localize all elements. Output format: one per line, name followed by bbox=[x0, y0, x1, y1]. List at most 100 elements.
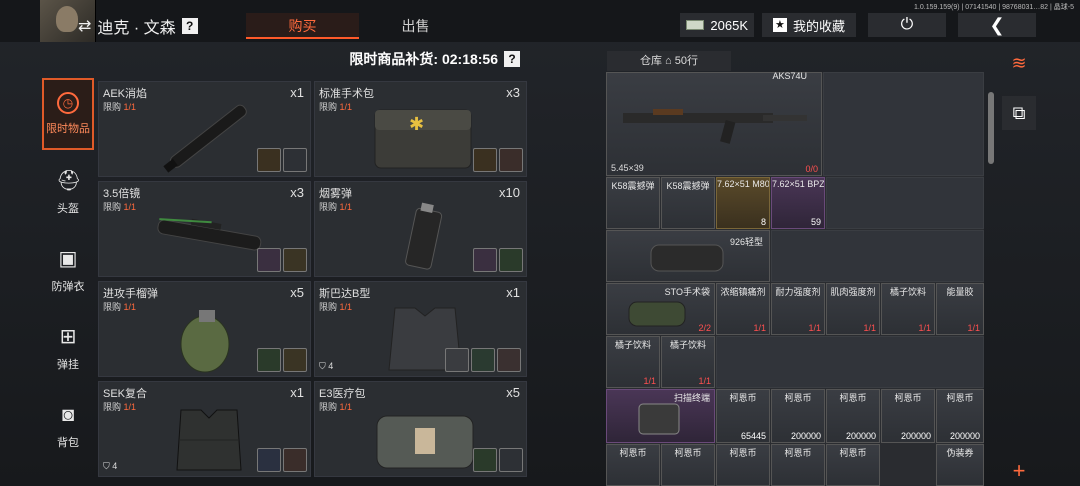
warehouse-item[interactable]: 橘子饮料 1/1 bbox=[661, 336, 715, 388]
warehouse-header[interactable]: 仓库 ⌂ 50行 bbox=[607, 51, 731, 71]
add-button[interactable]: + bbox=[1002, 454, 1036, 486]
chest-rig-image bbox=[176, 409, 242, 471]
item-name: 橘子饮料 bbox=[669, 340, 706, 350]
limit-value: 1/1 bbox=[123, 402, 137, 412]
warehouse-item[interactable]: 柯恩币 bbox=[661, 444, 715, 486]
warehouse-scrollbar[interactable] bbox=[988, 92, 994, 164]
tab-sell[interactable]: 出售 bbox=[359, 13, 472, 39]
item-count: 8 bbox=[760, 217, 766, 227]
warehouse-item[interactable]: 能量胶 1/1 bbox=[936, 283, 984, 335]
barter-req-icon bbox=[257, 148, 281, 172]
limit-prefix: 限购 bbox=[103, 302, 122, 312]
item-name: SEK复合 bbox=[103, 388, 148, 400]
item-count: 200000 bbox=[949, 431, 980, 441]
frag-grenade-image bbox=[180, 310, 230, 373]
shop-item-card[interactable]: 标准手术包 限购 1/1 x3 ✱ bbox=[314, 81, 527, 177]
category-vest[interactable]: ▣ 防弹衣 bbox=[42, 238, 94, 310]
limit-value: 1/1 bbox=[339, 402, 353, 412]
warehouse-item[interactable]: 柯恩币 bbox=[716, 444, 770, 486]
empty-slot[interactable] bbox=[826, 177, 984, 229]
item-name: 能量胶 bbox=[946, 287, 974, 297]
warehouse-item[interactable]: 柯恩币 bbox=[606, 444, 660, 486]
warehouse-item[interactable]: STO手术袋 2/2 bbox=[606, 283, 715, 335]
warehouse-item[interactable]: 柯恩币 200000 bbox=[771, 389, 825, 443]
armor-value: 4 bbox=[328, 361, 334, 371]
shop-item-card[interactable]: AEK消焰 限购 1/1 x1 bbox=[98, 81, 311, 177]
item-name: 柯恩币 bbox=[674, 448, 702, 458]
item-limit: 限购 1/1 bbox=[319, 400, 352, 413]
item-count: 200000 bbox=[790, 431, 821, 441]
warehouse-item[interactable]: 橘子饮料 1/1 bbox=[881, 283, 935, 335]
category-limited[interactable]: ◷ 限时物品 bbox=[42, 78, 94, 150]
warehouse-item[interactable]: 柯恩币 200000 bbox=[881, 389, 935, 443]
warehouse-item[interactable]: 耐力强度剂 1/1 bbox=[771, 283, 825, 335]
item-qty: x5 bbox=[290, 285, 304, 300]
item-limit: 限购 1/1 bbox=[103, 200, 136, 213]
item-count: 1/1 bbox=[918, 323, 931, 333]
swap-icon[interactable]: ⇄ bbox=[78, 16, 91, 36]
medkit-image bbox=[376, 415, 474, 469]
shop-item-card[interactable]: SEK复合 限购 1/1 x1 ⛉ 4 bbox=[98, 381, 311, 477]
warehouse-item[interactable]: 7.62×51 M80 8 bbox=[716, 177, 770, 229]
empty-slot[interactable] bbox=[823, 72, 984, 176]
cash-icon bbox=[686, 20, 705, 30]
item-limit: 限购 1/1 bbox=[319, 100, 352, 113]
shop-item-card[interactable]: 烟雾弹 限购 1/1 x10 bbox=[314, 181, 527, 277]
warehouse-item[interactable]: 柯恩币 bbox=[771, 444, 825, 486]
barter-req-icon bbox=[499, 448, 523, 472]
power-button[interactable]: ⏻ bbox=[868, 13, 946, 37]
chevron-left-icon: ❮ bbox=[989, 15, 1005, 35]
stack-icon: ⧉ bbox=[1012, 103, 1026, 123]
item-count: 200000 bbox=[845, 431, 876, 441]
shop-item-card[interactable]: 斯巴达B型 限购 1/1 x1 ⛉ 4 bbox=[314, 281, 527, 377]
limit-value: 1/1 bbox=[123, 202, 137, 212]
shop-item-card[interactable]: 进攻手榴弹 限购 1/1 x5 bbox=[98, 281, 311, 377]
warehouse-item[interactable]: 柯恩币 65445 bbox=[716, 389, 770, 443]
shop-item-card[interactable]: 3.5倍镜 限购 1/1 x3 bbox=[98, 181, 311, 277]
warehouse-item[interactable]: 扫描终端 bbox=[606, 389, 715, 443]
empty-slot[interactable] bbox=[771, 230, 984, 282]
limit-prefix: 限购 bbox=[319, 202, 338, 212]
item-caliber: 5.45×39 bbox=[611, 163, 644, 173]
category-helmet[interactable]: ⛑ 头盔 bbox=[42, 160, 94, 232]
restock-help-button[interactable]: ? bbox=[504, 51, 520, 67]
category-rig[interactable]: ⊞ 弹挂 bbox=[42, 316, 94, 388]
sort-button[interactable]: ≋ bbox=[1002, 46, 1036, 80]
scanner-image bbox=[638, 403, 680, 435]
warehouse-item[interactable]: K58震撼弹 bbox=[661, 177, 715, 229]
rifle-image bbox=[623, 109, 807, 144]
item-qty: x1 bbox=[506, 285, 520, 300]
item-count: 59 bbox=[810, 217, 821, 227]
item-name: 肌肉强度剂 bbox=[830, 287, 876, 297]
warehouse-item[interactable]: K58震撼弹 bbox=[606, 177, 660, 229]
shop-item-card[interactable]: E3医疗包 限购 1/1 x5 bbox=[314, 381, 527, 477]
warehouse-item[interactable]: 柯恩币 bbox=[826, 444, 880, 486]
favorites-button[interactable]: ★ 我的收藏 bbox=[762, 13, 856, 37]
category-label: 背包 bbox=[57, 437, 79, 449]
item-name: 进攻手榴弹 bbox=[103, 288, 158, 300]
warehouse-item[interactable]: 柯恩币 200000 bbox=[826, 389, 880, 443]
tab-buy[interactable]: 购买 bbox=[246, 13, 359, 39]
surgery-bag-image bbox=[628, 301, 686, 327]
item-name: 柯恩币 bbox=[619, 448, 647, 458]
limit-value: 1/1 bbox=[339, 302, 353, 312]
warehouse-item[interactable]: 柯恩币 200000 bbox=[936, 389, 984, 443]
warehouse-item[interactable]: 橘子饮料 1/1 bbox=[606, 336, 660, 388]
stack-button[interactable]: ⧉ bbox=[1002, 96, 1036, 130]
back-button[interactable]: ❮ bbox=[958, 13, 1036, 37]
money-display: 2065K bbox=[680, 13, 754, 37]
player-help-button[interactable]: ? bbox=[181, 18, 198, 34]
empty-slot[interactable] bbox=[716, 336, 984, 388]
warehouse-item[interactable]: 926轻型 bbox=[606, 230, 770, 282]
warehouse-item[interactable]: 肌肉强度剂 1/1 bbox=[826, 283, 880, 335]
item-name: 橘子饮料 bbox=[614, 340, 651, 350]
warehouse-item[interactable]: 浓缩镇痛剂 1/1 bbox=[716, 283, 770, 335]
warehouse-item[interactable]: AKS74U 5.45×39 0/0 bbox=[606, 72, 822, 176]
category-backpack[interactable]: ◙ 背包 bbox=[42, 394, 94, 466]
restock-timer: 限时商品补货: 02:18:56 ? bbox=[98, 46, 530, 72]
item-limit: 限购 1/1 bbox=[319, 300, 352, 313]
warehouse-item[interactable]: 7.62×51 BPZ 59 bbox=[771, 177, 825, 229]
limit-value: 1/1 bbox=[339, 202, 353, 212]
item-qty: x1 bbox=[290, 85, 304, 100]
warehouse-item[interactable]: 伪装券 bbox=[936, 444, 984, 486]
